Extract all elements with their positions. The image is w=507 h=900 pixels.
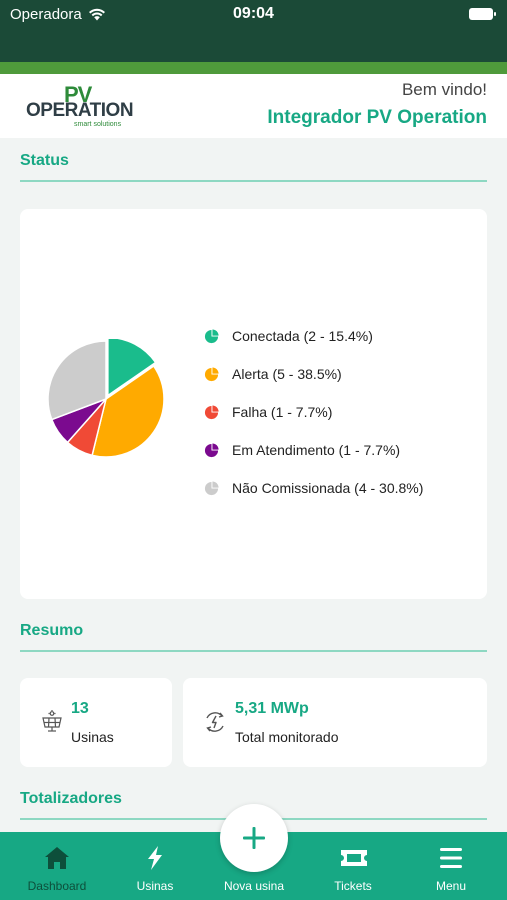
resumo-section-title: Resumo xyxy=(20,622,487,652)
status-legend: Conectada (2 - 15.4%) Alerta (5 - 38.5%) F… xyxy=(204,317,423,507)
battery-icon xyxy=(469,8,496,20)
tab-menu-label: Menu xyxy=(435,879,467,893)
pv-operation-logo: PV OPERATION smart solutions xyxy=(26,82,138,132)
status-section-header: Status xyxy=(20,152,487,182)
usinas-label: Usinas xyxy=(71,729,114,745)
lightning-icon xyxy=(148,846,162,870)
tab-usinas-label: Usinas xyxy=(136,879,174,893)
pie-chart-icon xyxy=(204,366,219,381)
logo-name: OPERATION xyxy=(26,100,134,121)
pie-chart-icon xyxy=(204,404,219,419)
welcome-text: Bem vindo! xyxy=(401,80,487,99)
home-icon xyxy=(45,847,69,869)
legend-item: Conectada (2 - 15.4%) xyxy=(204,317,423,355)
resumo-section-header: Resumo xyxy=(20,622,487,652)
legend-item: Falha (1 - 7.7%) xyxy=(204,393,423,431)
energy-meter-icon xyxy=(206,712,224,732)
hamburger-menu-icon xyxy=(440,848,462,868)
logo-tagline: smart solutions xyxy=(74,121,122,128)
pie-chart-icon xyxy=(204,480,219,495)
legend-item: Em Atendimento (1 - 7.7%) xyxy=(204,431,423,469)
legend-label: Conectada (2 - 15.4%) xyxy=(232,328,373,344)
status-card: Conectada (2 - 15.4%) Alerta (5 - 38.5%) F… xyxy=(20,209,487,599)
tab-usinas[interactable]: Usinas xyxy=(110,832,200,900)
total-monitored-label: Total monitorado xyxy=(235,729,339,745)
total-monitored-card[interactable]: 5,31 MWp Total monitorado xyxy=(183,678,487,767)
brand-strip xyxy=(0,62,507,74)
status-pie-chart xyxy=(47,339,165,458)
tab-dashboard[interactable]: Dashboard xyxy=(12,832,102,900)
tab-tickets-label: Tickets xyxy=(334,879,372,893)
app-header: PV OPERATION smart solutions Bem vindo! … xyxy=(0,74,507,138)
plus-icon xyxy=(243,827,265,849)
legend-label: Não Comissionada (4 - 30.8%) xyxy=(232,480,424,496)
legend-item: Não Comissionada (4 - 30.8%) xyxy=(204,469,423,507)
pie-chart-icon xyxy=(204,442,219,457)
tab-menu[interactable]: Menu xyxy=(406,832,496,900)
status-section-title: Status xyxy=(20,152,487,182)
legend-item: Alerta (5 - 38.5%) xyxy=(204,355,423,393)
integrator-name: Integrador PV Operation xyxy=(267,107,487,128)
tab-dashboard-label: Dashboard xyxy=(27,879,87,893)
usinas-count: 13 xyxy=(71,700,89,717)
pie-chart-icon xyxy=(204,328,219,343)
new-plant-label: Nova usina xyxy=(223,879,285,893)
legend-label: Alerta (5 - 38.5%) xyxy=(232,366,342,382)
clock: 09:04 xyxy=(233,5,274,22)
usinas-summary-card[interactable]: 13 Usinas xyxy=(20,678,172,767)
legend-label: Falha (1 - 7.7%) xyxy=(232,404,333,420)
solar-panel-icon xyxy=(42,710,62,732)
legend-label: Em Atendimento (1 - 7.7%) xyxy=(232,442,401,458)
ticket-icon xyxy=(341,850,367,866)
status-bar: Operadora 09:04 xyxy=(0,0,507,62)
tab-tickets[interactable]: Tickets xyxy=(308,832,398,900)
new-plant-button[interactable] xyxy=(220,804,288,872)
total-monitored-value: 5,31 MWp xyxy=(235,700,309,717)
